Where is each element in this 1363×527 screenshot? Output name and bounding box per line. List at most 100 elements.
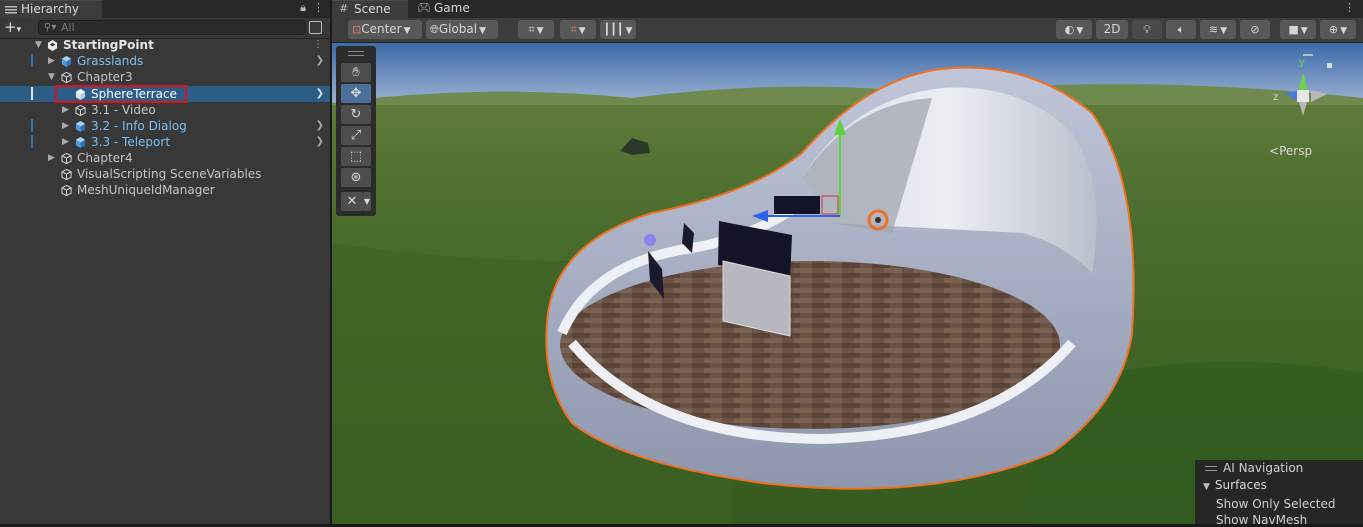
- speaker-icon: 🔈︎: [1177, 23, 1185, 36]
- toggle-2d-label: 2D: [1103, 22, 1121, 36]
- show-navmesh-option[interactable]: Show NavMesh: [1216, 513, 1307, 527]
- chevron-right-icon[interactable]: ❯: [316, 118, 324, 134]
- hierarchy-row-chapter3[interactable]: ▼ Chapter3: [0, 69, 330, 85]
- toggle-2d-button[interactable]: 2D: [1096, 20, 1128, 39]
- chevron-right-icon[interactable]: ❯: [316, 86, 324, 102]
- expand-arrow-icon: ▼: [1203, 482, 1210, 492]
- rect-tool-button[interactable]: ⬚: [341, 147, 371, 166]
- eye-slash-icon: ⊘: [1250, 23, 1260, 36]
- gizmo-globe-icon: ⊕: [1328, 23, 1339, 36]
- projection-label: Persp: [1279, 144, 1313, 158]
- scene-tabbar: # Scene 🎮︎ Game ⋮: [332, 0, 1363, 18]
- hierarchy-panel: Hierarchy 🔒︎ ⋮ +▾ ⚲▾ ▼ StartingPoint ⋮ ▶…: [0, 0, 330, 524]
- gamepad-icon: 🎮︎: [417, 1, 431, 14]
- lighting-toggle-button[interactable]: 💡︎: [1132, 20, 1162, 39]
- space-dropdown[interactable]: 🌐︎Global ▼: [426, 20, 498, 39]
- custom-tool-dropdown[interactable]: ▼: [363, 192, 371, 211]
- hierarchy-search[interactable]: ⚲▾: [38, 20, 306, 35]
- expand-arrow-icon[interactable]: ▼: [35, 37, 42, 53]
- rect-icon: ⬚: [349, 149, 363, 164]
- ruler-button[interactable]: ┃┃┃ ▼: [600, 20, 636, 39]
- grid-snapping-button[interactable]: ⌗ ▼: [518, 20, 554, 39]
- scene-viewport[interactable]: [332, 43, 1363, 524]
- palette-grip[interactable]: [348, 51, 364, 56]
- move-arrows-icon: ✥: [350, 86, 362, 101]
- scene-visibility-icon[interactable]: [309, 21, 322, 34]
- hidden-objects-button[interactable]: ⊘: [1240, 20, 1270, 39]
- row-label: MeshUniqueIdManager: [77, 183, 215, 197]
- row-label: StartingPoint: [63, 38, 154, 52]
- option-label: Show Only Selected: [1216, 497, 1336, 511]
- space-label: Global: [438, 22, 478, 36]
- row-label: Chapter4: [77, 151, 133, 165]
- more-options-icon[interactable]: ⋮: [313, 1, 324, 14]
- custom-tool-button[interactable]: ✕: [341, 192, 363, 211]
- snap-icon: ⌗: [570, 23, 577, 36]
- draw-mode-button[interactable]: ◐ ▼: [1056, 20, 1092, 39]
- expand-arrow-icon[interactable]: ▶: [48, 53, 55, 69]
- chevron-right-icon[interactable]: ❯: [316, 134, 324, 150]
- increment-snapping-button[interactable]: ⌗ ▼: [560, 20, 596, 39]
- create-button[interactable]: +▾: [4, 18, 21, 36]
- orientation-gizmo[interactable]: y z <Persp: [1265, 50, 1345, 160]
- expand-arrow-icon[interactable]: ▶: [48, 150, 55, 166]
- overlay-header[interactable]: AI Navigation: [1205, 461, 1303, 475]
- hierarchy-row-grasslands[interactable]: ▶ Grasslands ❯: [0, 53, 330, 69]
- grid-icon: #: [339, 2, 349, 15]
- hierarchy-row-teleport[interactable]: ▶ 3.3 - Teleport ❯: [0, 134, 330, 150]
- more-options-icon[interactable]: ⋮: [1344, 1, 1355, 14]
- hierarchy-row-scenevariables[interactable]: VisualScripting SceneVariables: [0, 166, 330, 182]
- rotate-tool-button[interactable]: ↻: [341, 105, 371, 124]
- rotate-icon: ↻: [350, 107, 362, 122]
- tab-scene[interactable]: # Scene: [332, 0, 408, 18]
- tab-hierarchy-label: Hierarchy: [21, 2, 80, 16]
- camera-icon: ■: [1288, 23, 1299, 36]
- lightbulb-icon: 💡︎: [1143, 23, 1151, 36]
- gameobject-cube-icon: [61, 169, 72, 180]
- expand-arrow-icon[interactable]: ▶: [62, 134, 69, 150]
- tab-scene-label: Scene: [354, 2, 391, 16]
- override-bar: [31, 54, 33, 67]
- ruler-icon: ┃┃┃: [603, 23, 624, 36]
- hierarchy-toolbar: +▾ ⚲▾: [0, 18, 330, 39]
- chevron-right-icon[interactable]: ❯: [316, 53, 324, 69]
- hierarchy-row-startingpoint[interactable]: ▼ StartingPoint ⋮: [0, 37, 330, 53]
- more-options-icon[interactable]: ⋮: [313, 37, 323, 53]
- gameobject-cube-icon: [61, 185, 72, 196]
- search-input[interactable]: [61, 21, 291, 34]
- tab-game-label: Game: [434, 1, 470, 15]
- tool-palette: ✋︎ ✥ ↻ ⤢ ⬚ ⊛ ✕ ▼: [336, 46, 376, 216]
- projection-toggle[interactable]: <Persp: [1269, 144, 1312, 158]
- hierarchy-row-meshuniqueidmanager[interactable]: MeshUniqueIdManager: [0, 182, 330, 198]
- grid-snap-icon: ⌗: [528, 23, 535, 36]
- hand-icon: ✋︎: [352, 65, 360, 80]
- pivot-mode-dropdown[interactable]: ⊡Center ▼: [348, 20, 422, 39]
- override-bar: [31, 119, 33, 132]
- hierarchy-row-video[interactable]: ▶ 3.1 - Video: [0, 102, 330, 118]
- transform-icon: ⊛: [350, 170, 362, 185]
- gameobject-cube-icon: [61, 153, 72, 164]
- lock-icon[interactable]: 🔒︎: [300, 1, 306, 14]
- transform-tool-button[interactable]: ⊛: [341, 168, 371, 187]
- expand-arrow-icon[interactable]: ▼: [48, 69, 55, 85]
- show-only-selected-option[interactable]: Show Only Selected: [1216, 497, 1336, 511]
- hand-tool-button[interactable]: ✋︎: [341, 63, 371, 82]
- move-tool-button[interactable]: ✥: [341, 84, 371, 103]
- scale-tool-button[interactable]: ⤢: [341, 126, 371, 145]
- axis-gizmo-icon: y z: [1273, 54, 1332, 116]
- prefab-cube-icon: [75, 121, 86, 132]
- scale-icon: ⤢: [350, 128, 362, 143]
- audio-toggle-button[interactable]: 🔈︎: [1166, 20, 1196, 39]
- effects-button[interactable]: ≋ ▼: [1200, 20, 1236, 39]
- surfaces-foldout[interactable]: ▼ Surfaces: [1203, 478, 1267, 492]
- expand-arrow-icon[interactable]: ▶: [62, 118, 69, 134]
- hierarchy-row-chapter4[interactable]: ▶ Chapter4: [0, 150, 330, 166]
- list-icon: [5, 6, 17, 14]
- hierarchy-tab-tools: 🔒︎ ⋮: [300, 1, 324, 15]
- gizmos-button[interactable]: ⊕ ▼: [1320, 20, 1356, 39]
- tab-game[interactable]: 🎮︎ Game: [412, 0, 482, 18]
- camera-settings-button[interactable]: ■ ▼: [1280, 20, 1316, 39]
- expand-arrow-icon[interactable]: ▶: [62, 102, 69, 118]
- tab-hierarchy[interactable]: Hierarchy: [0, 0, 102, 18]
- hierarchy-row-info-dialog[interactable]: ▶ 3.2 - Info Dialog ❯: [0, 118, 330, 134]
